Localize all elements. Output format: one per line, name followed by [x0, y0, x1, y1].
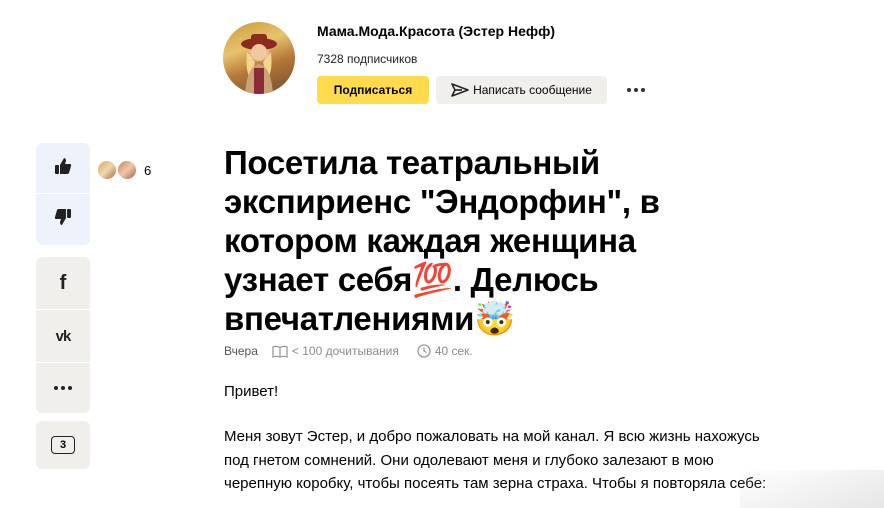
share-vk-button[interactable]: vk — [36, 310, 90, 362]
channel-name[interactable]: Мама.Мода.Красота (Эстер Нефф) — [317, 23, 555, 39]
comment-count-icon: 3 — [51, 436, 75, 454]
facebook-icon: f — [59, 271, 67, 294]
subscribe-button[interactable]: Подписаться — [317, 76, 429, 104]
share-more-button[interactable] — [36, 363, 90, 413]
like-button[interactable] — [36, 143, 90, 193]
share-facebook-button[interactable]: f — [36, 257, 90, 309]
write-message-button[interactable]: Написать сообщение — [436, 76, 607, 104]
scroll-fade — [740, 470, 884, 508]
clock-icon — [417, 344, 431, 358]
article-meta: Вчера < 100 дочитывания 40 сек. — [224, 344, 491, 358]
liker-avatar[interactable] — [96, 159, 118, 181]
write-message-label: Написать сообщение — [473, 83, 592, 97]
liker-avatar[interactable] — [116, 159, 138, 181]
share-panel: f vk — [36, 257, 90, 413]
read-count: < 100 дочитывания — [291, 344, 399, 358]
vk-icon: vk — [55, 327, 72, 345]
like-count[interactable]: 6 — [144, 163, 151, 178]
publish-date: Вчера — [224, 344, 258, 358]
read-time: 40 сек. — [434, 344, 473, 358]
article-paragraph: Меня зовут Эстер, и добро пожаловать на … — [224, 428, 767, 492]
more-share-icon — [54, 386, 72, 390]
book-icon — [272, 345, 288, 358]
article-title: Посетила театральный экспириенс "Эндорфи… — [224, 144, 660, 337]
subscriber-count: 7328 подписчиков — [317, 52, 418, 66]
dislike-button[interactable] — [36, 194, 90, 245]
article-greeting: Привет! — [224, 383, 279, 400]
more-options-icon[interactable] — [624, 80, 648, 100]
reaction-panel — [36, 143, 90, 245]
thumbs-down-icon — [54, 208, 72, 231]
comments-button[interactable]: 3 — [36, 421, 90, 469]
send-icon — [451, 83, 469, 97]
thumbs-up-icon — [54, 157, 72, 180]
channel-avatar[interactable] — [223, 22, 295, 94]
